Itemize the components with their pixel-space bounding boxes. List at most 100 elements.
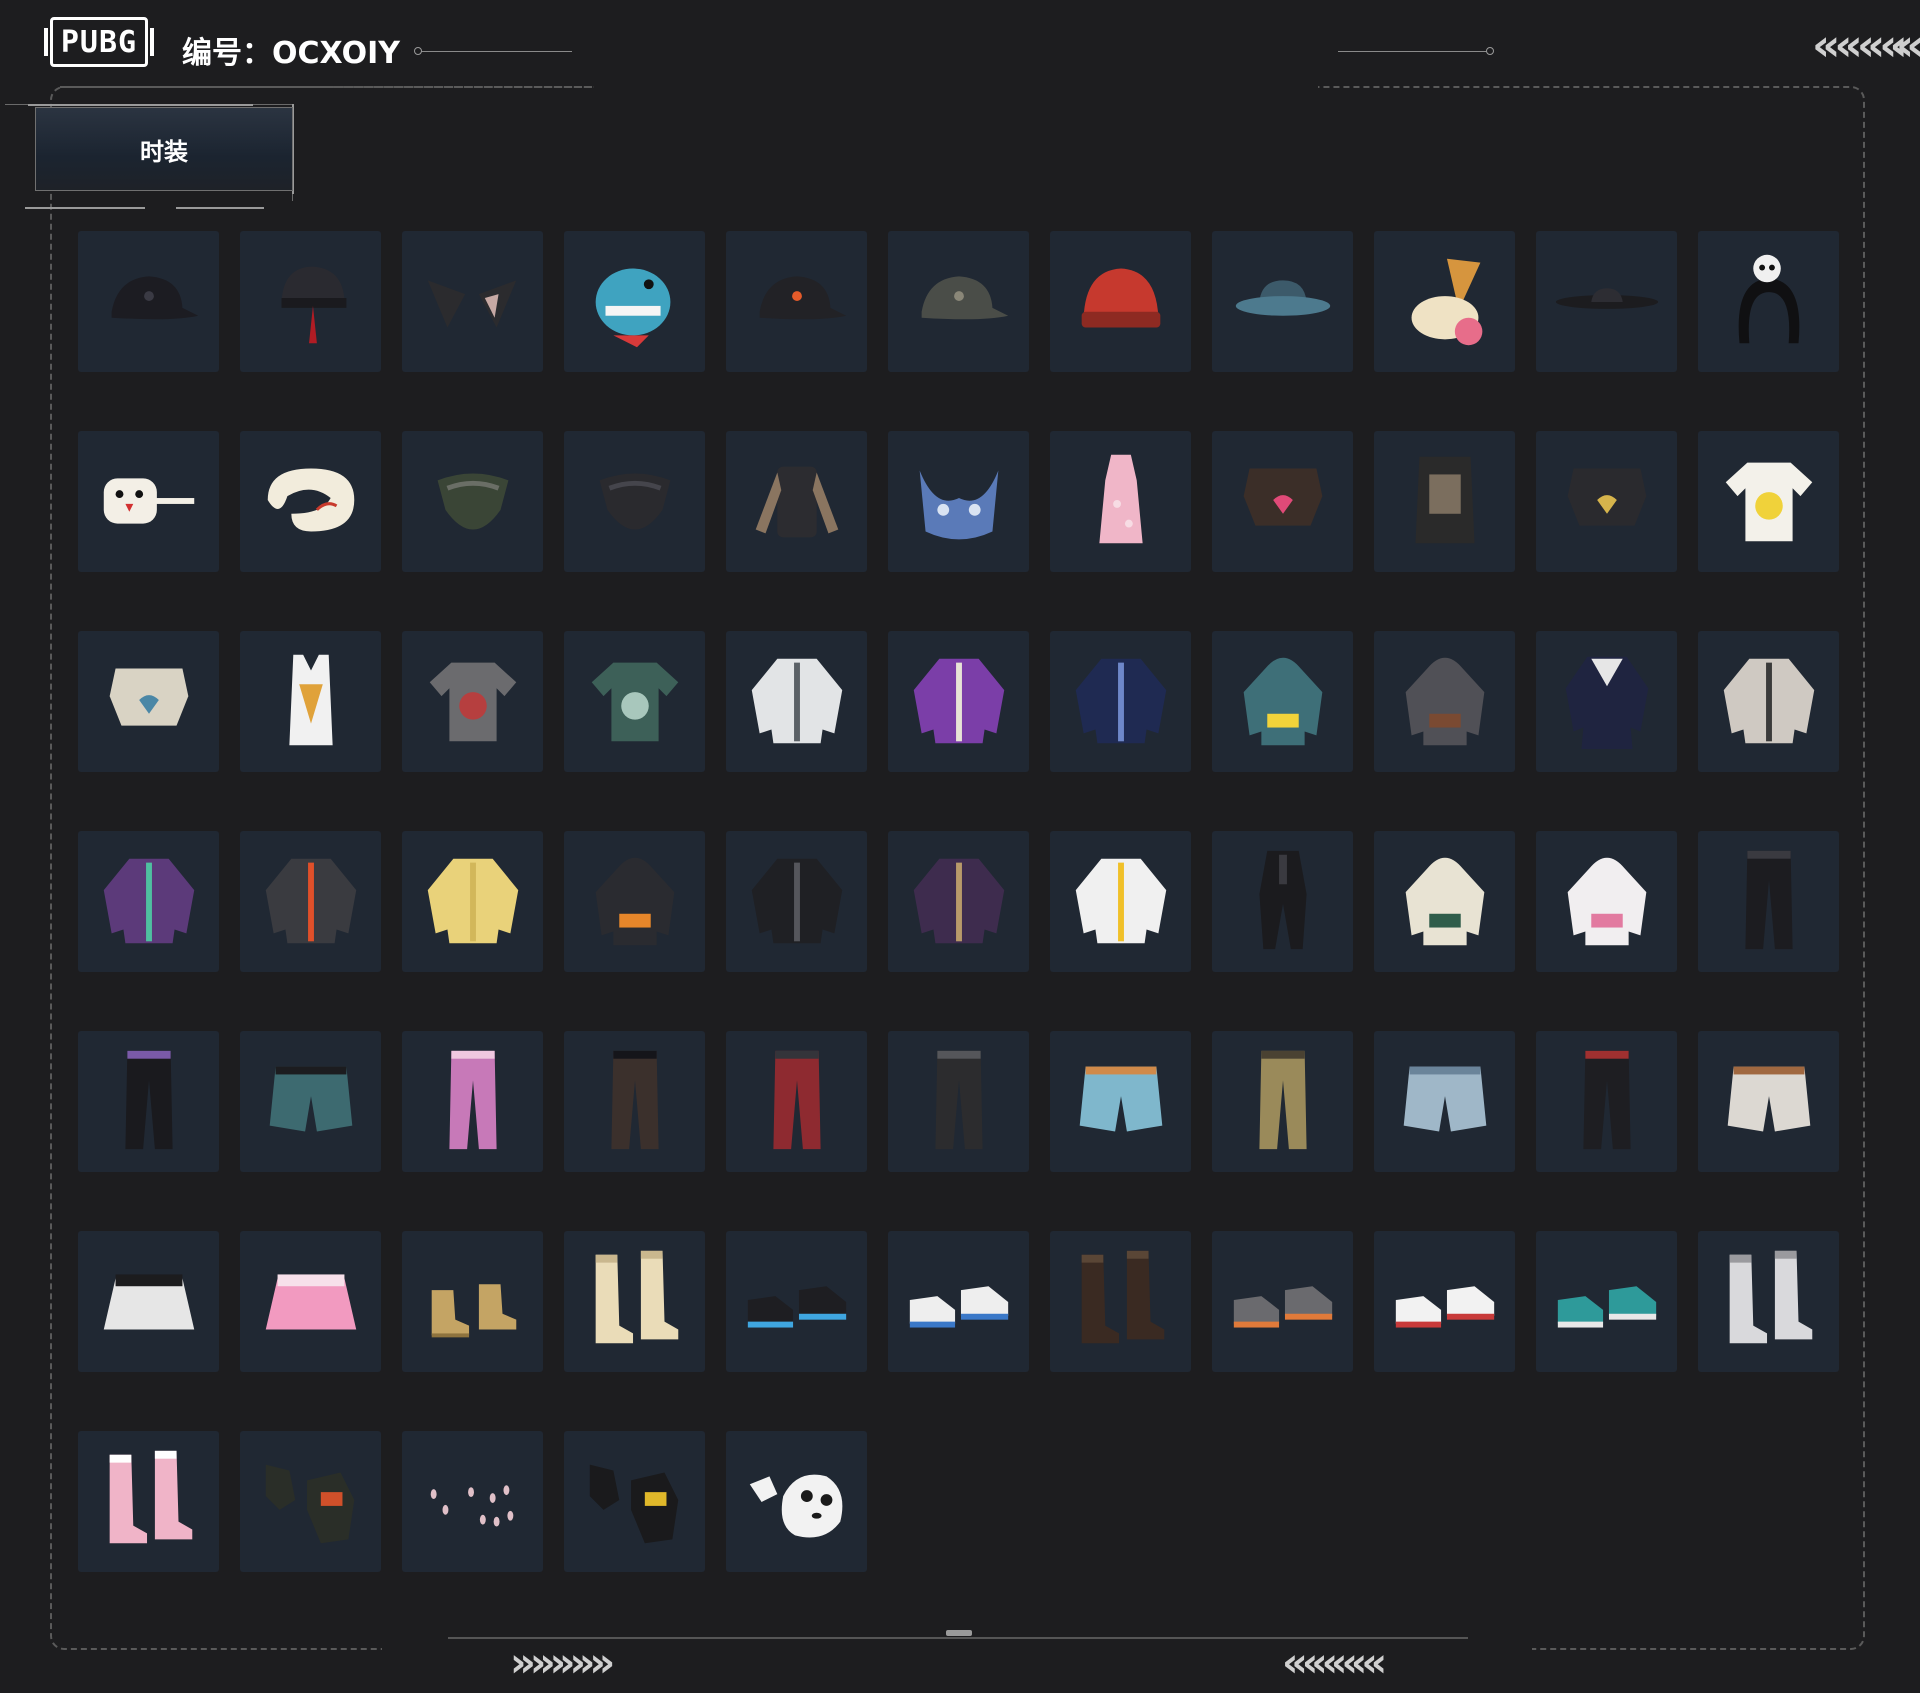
item-slot[interactable] [1212, 1031, 1353, 1172]
item-slot[interactable] [240, 231, 381, 372]
category-tab-fashion[interactable]: 时装 [35, 107, 293, 191]
item-slot[interactable] [726, 1431, 867, 1572]
item-slot[interactable] [402, 1231, 543, 1372]
item-slot[interactable] [1536, 1231, 1677, 1372]
item-slot[interactable] [1374, 431, 1515, 572]
item-slot[interactable] [402, 1431, 543, 1572]
item-slot[interactable] [564, 631, 705, 772]
item-slot[interactable] [564, 1431, 705, 1572]
item-slot[interactable] [726, 831, 867, 972]
item-slot[interactable] [1698, 1031, 1839, 1172]
item-slot[interactable] [78, 1031, 219, 1172]
item-slot[interactable] [78, 231, 219, 372]
item-slot[interactable] [1050, 631, 1191, 772]
gold-camo-pants-icon [1224, 1041, 1342, 1163]
item-slot[interactable] [1050, 231, 1191, 372]
item-slot[interactable] [726, 1031, 867, 1172]
black-red-gloves-icon [252, 1441, 370, 1563]
item-slot[interactable] [564, 231, 705, 372]
item-slot[interactable] [1374, 231, 1515, 372]
item-slot[interactable] [240, 431, 381, 572]
item-slot[interactable] [888, 631, 1029, 772]
item-slot[interactable] [1536, 231, 1677, 372]
category-tab-line-top [28, 104, 253, 106]
top-right-chevron-partial: « [1896, 20, 1920, 71]
item-slot[interactable] [1212, 431, 1353, 572]
item-slot[interactable] [1374, 1031, 1515, 1172]
item-slot[interactable] [1536, 1031, 1677, 1172]
teal-clogs-icon [1548, 1241, 1666, 1363]
item-slot[interactable] [78, 831, 219, 972]
grey-hood-vest-icon [1386, 641, 1504, 763]
item-slot[interactable] [1536, 631, 1677, 772]
item-slot[interactable] [402, 231, 543, 372]
item-slot[interactable] [240, 1231, 381, 1372]
nail-set-icon [414, 1441, 532, 1563]
item-slot[interactable] [1212, 831, 1353, 972]
category-tab-line-bottom [25, 207, 145, 209]
floral-bikini-icon [900, 441, 1018, 563]
item-slot[interactable] [1212, 631, 1353, 772]
item-slot[interactable] [564, 831, 705, 972]
grey-camo-cap-icon [900, 241, 1018, 363]
item-slot[interactable] [564, 1231, 705, 1372]
item-slot[interactable] [1536, 431, 1677, 572]
yellow-white-jacket-icon [1062, 841, 1180, 963]
item-slot[interactable] [1374, 1231, 1515, 1372]
item-slot[interactable] [78, 631, 219, 772]
item-slot[interactable] [240, 631, 381, 772]
brown-lace-boots-icon [1062, 1241, 1180, 1363]
item-slot[interactable] [1050, 1031, 1191, 1172]
black-pants-icon [1710, 841, 1828, 963]
footer-left-chevrons: »»»»» [510, 1640, 615, 1686]
blue-shorts-icon [1062, 1041, 1180, 1163]
item-slot[interactable] [1698, 831, 1839, 972]
item-slot[interactable] [1212, 231, 1353, 372]
item-slot[interactable] [726, 431, 867, 572]
item-slot[interactable] [78, 431, 219, 572]
item-slot[interactable] [726, 231, 867, 372]
item-slot[interactable] [888, 431, 1029, 572]
item-slot[interactable] [888, 1031, 1029, 1172]
item-slot[interactable] [1050, 431, 1191, 572]
item-slot[interactable] [402, 631, 543, 772]
item-slot[interactable] [888, 831, 1029, 972]
item-slot[interactable] [1698, 231, 1839, 372]
white-red-sneakers-icon [1386, 1241, 1504, 1363]
chicken-mask-icon [90, 441, 208, 563]
white-crop-jacket-icon [738, 641, 856, 763]
item-slot[interactable] [564, 1031, 705, 1172]
item-slot[interactable] [240, 1031, 381, 1172]
tactical-pants-icon [900, 1041, 1018, 1163]
item-slot[interactable] [564, 431, 705, 572]
camo-bandana-icon [414, 441, 532, 563]
item-slot[interactable] [78, 1231, 219, 1372]
item-slot[interactable] [402, 831, 543, 972]
item-slot[interactable] [78, 1431, 219, 1572]
item-slot[interactable] [726, 1231, 867, 1372]
white-shorts-icon [1710, 1041, 1828, 1163]
tattoo-shirt-icon [738, 441, 856, 563]
item-slot[interactable] [726, 631, 867, 772]
purple-gold-bomber-icon [900, 841, 1018, 963]
tan-boots-icon [414, 1241, 532, 1363]
item-slot[interactable] [402, 1031, 543, 1172]
header-divider-left [420, 51, 572, 52]
pubg-logo: PUBG [44, 17, 154, 67]
item-slot[interactable] [1698, 431, 1839, 572]
orange-hood-jacket-icon [576, 841, 694, 963]
item-slot[interactable] [888, 1231, 1029, 1372]
item-slot[interactable] [240, 831, 381, 972]
item-slot[interactable] [1212, 1231, 1353, 1372]
item-slot[interactable] [240, 1431, 381, 1572]
item-slot[interactable] [1698, 1231, 1839, 1372]
item-slot[interactable] [888, 231, 1029, 372]
item-slot[interactable] [1536, 831, 1677, 972]
item-slot[interactable] [1374, 631, 1515, 772]
item-slot[interactable] [1698, 631, 1839, 772]
item-slot[interactable] [1050, 1231, 1191, 1372]
item-slot[interactable] [402, 431, 543, 572]
pink-cargo-pants-icon [414, 1041, 532, 1163]
item-slot[interactable] [1374, 831, 1515, 972]
item-slot[interactable] [1050, 831, 1191, 972]
